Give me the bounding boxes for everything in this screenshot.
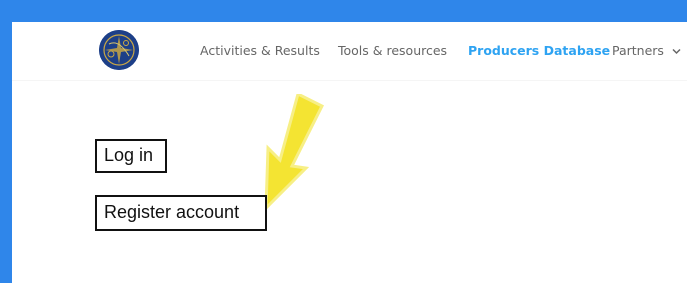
window-top-bar [0, 0, 687, 22]
nav-activities-results[interactable]: Activities & Results [200, 43, 320, 58]
site-header: Activities & Results Tools & resources P… [12, 22, 687, 80]
chevron-down-icon [672, 47, 681, 58]
nav-partners[interactable]: Partners [612, 43, 681, 58]
globe-logo-icon [99, 30, 139, 70]
browser-frame: Activities & Results Tools & resources P… [0, 0, 687, 283]
page-content: Activities & Results Tools & resources P… [12, 22, 687, 283]
site-logo[interactable] [99, 30, 139, 70]
window-left-edge [0, 0, 12, 283]
nav-label: Partners [612, 43, 664, 58]
nav-label: Producers Database [468, 43, 611, 58]
nav-label: Tools & resources [338, 43, 448, 58]
login-button[interactable]: Log in [95, 139, 167, 173]
register-account-button[interactable]: Register account [95, 195, 267, 231]
nav-label: Activities & Results [200, 43, 320, 58]
nav-producers-database[interactable]: Producers Database [468, 43, 610, 58]
nav-tools-resources[interactable]: Tools & resources [338, 43, 447, 58]
